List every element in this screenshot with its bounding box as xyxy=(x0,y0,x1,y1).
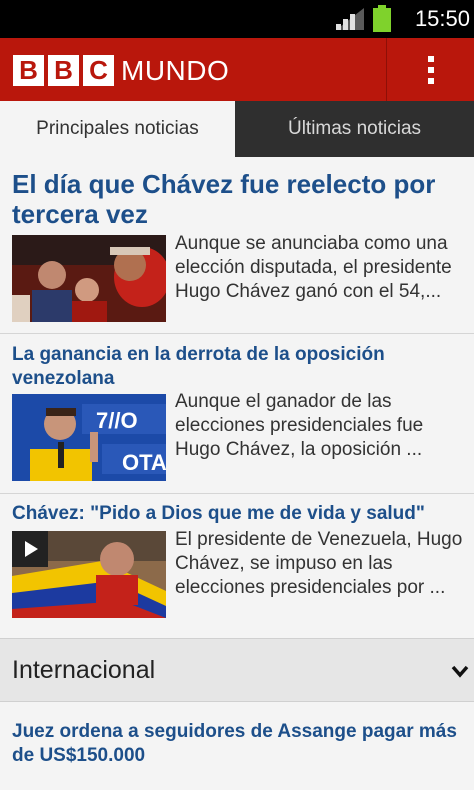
logo-letter-c: C xyxy=(83,54,114,86)
overflow-menu-button[interactable] xyxy=(387,38,474,101)
article-thumbnail[interactable]: 7//O OTA xyxy=(12,394,166,481)
status-bar: 15:50 xyxy=(0,0,474,38)
divider xyxy=(0,493,474,494)
top-story-summary: Aunque se anunciaba como una elección di… xyxy=(175,233,452,302)
bbc-mundo-logo[interactable]: B B C MUNDO xyxy=(13,54,229,86)
logo-word: MUNDO xyxy=(121,54,230,86)
svg-text:7//O: 7//O xyxy=(96,408,138,433)
logo-letter-b1: B xyxy=(13,54,44,86)
article-summary: Aunque el ganador de las elecciones pres… xyxy=(175,391,424,460)
play-icon xyxy=(12,531,48,567)
tab-ultimas-noticias[interactable]: Últimas noticias xyxy=(235,101,474,157)
app-header: B B C MUNDO xyxy=(0,38,474,101)
logo-letter-b2: B xyxy=(48,54,79,86)
article-title[interactable]: La ganancia en la derrota de la oposició… xyxy=(12,343,467,391)
top-story-title[interactable]: El día que Chávez fue reelecto por terce… xyxy=(12,169,467,229)
section-header-internacional[interactable]: Internacional xyxy=(0,638,474,702)
news-list: El día que Chávez fue reelecto por terce… xyxy=(0,157,474,790)
chevron-down-icon xyxy=(451,665,469,678)
article-title[interactable]: Chávez: "Pido a Dios que me de vida y sa… xyxy=(12,502,467,526)
overflow-menu-icon xyxy=(427,55,434,62)
top-story-thumbnail[interactable] xyxy=(12,235,166,322)
battery-icon xyxy=(373,5,391,32)
section-title: Internacional xyxy=(12,656,156,684)
status-clock: 15:50 xyxy=(414,6,470,31)
tab-bar: Principales noticias Últimas noticias xyxy=(0,101,474,157)
article-summary: El presidente de Venezuela, Hugo Chávez,… xyxy=(175,529,463,598)
article-title[interactable]: Juez ordena a seguidores de Assange paga… xyxy=(12,720,467,768)
article-thumbnail-video[interactable] xyxy=(12,531,166,618)
signal-icon xyxy=(336,8,364,30)
tab-principales-noticias[interactable]: Principales noticias xyxy=(0,101,235,157)
divider xyxy=(0,333,474,334)
svg-text:OTA: OTA xyxy=(122,450,166,475)
